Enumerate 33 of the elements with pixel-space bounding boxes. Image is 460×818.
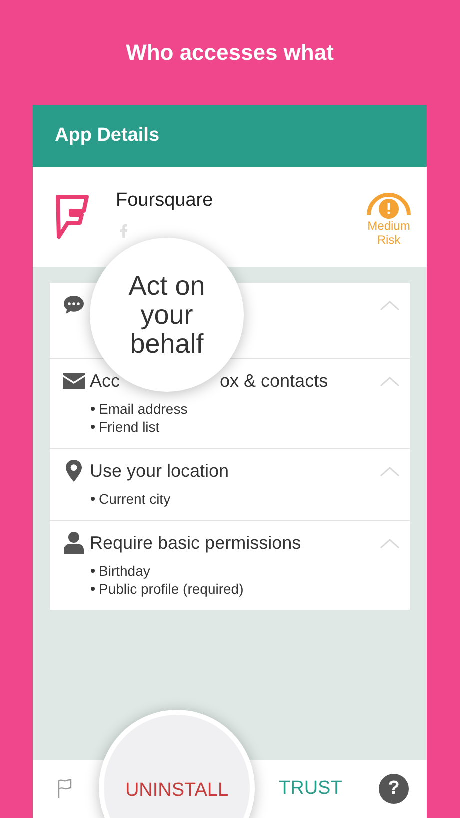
facebook-icon: [120, 224, 128, 238]
permission-item: Birthday: [99, 562, 150, 580]
bullet-icon: [91, 587, 95, 591]
flag-icon[interactable]: [57, 779, 73, 799]
permission-item: Public profile (required): [99, 580, 244, 598]
app-logo: [55, 195, 89, 241]
permission-title: Require basic permissions: [90, 532, 302, 555]
speech-bubble-icon: [63, 295, 85, 315]
envelope-icon: [63, 373, 85, 389]
permission-item: Friend list: [99, 418, 160, 436]
permission-title: Acc: [90, 370, 120, 392]
chevron-up-icon[interactable]: [380, 538, 400, 548]
help-button[interactable]: ?: [379, 774, 409, 804]
chevron-up-icon[interactable]: [380, 466, 400, 476]
bullet-icon: [91, 569, 95, 573]
uninstall-button[interactable]: UNINSTALL: [125, 777, 229, 805]
chevron-up-icon[interactable]: [380, 376, 400, 386]
magnified-text: Act on your behalf: [128, 272, 206, 358]
bullet-icon: [91, 425, 95, 429]
chevron-up-icon[interactable]: [380, 300, 400, 310]
permission-title: Use your location: [90, 460, 230, 483]
risk-label: Medium Risk: [368, 219, 410, 247]
permission-title: ox & contacts: [220, 370, 328, 392]
location-pin-icon: [66, 460, 82, 482]
trust-button[interactable]: TRUST: [279, 774, 342, 804]
permission-item: Current city: [99, 490, 171, 508]
app-name: Foursquare: [116, 189, 214, 213]
header-title: App Details: [55, 124, 160, 148]
bullet-icon: [91, 407, 95, 411]
headline: Who accesses what: [126, 39, 334, 64]
bullet-icon: [91, 497, 95, 501]
permission-item: Email address: [99, 400, 188, 418]
person-icon: [64, 532, 84, 554]
